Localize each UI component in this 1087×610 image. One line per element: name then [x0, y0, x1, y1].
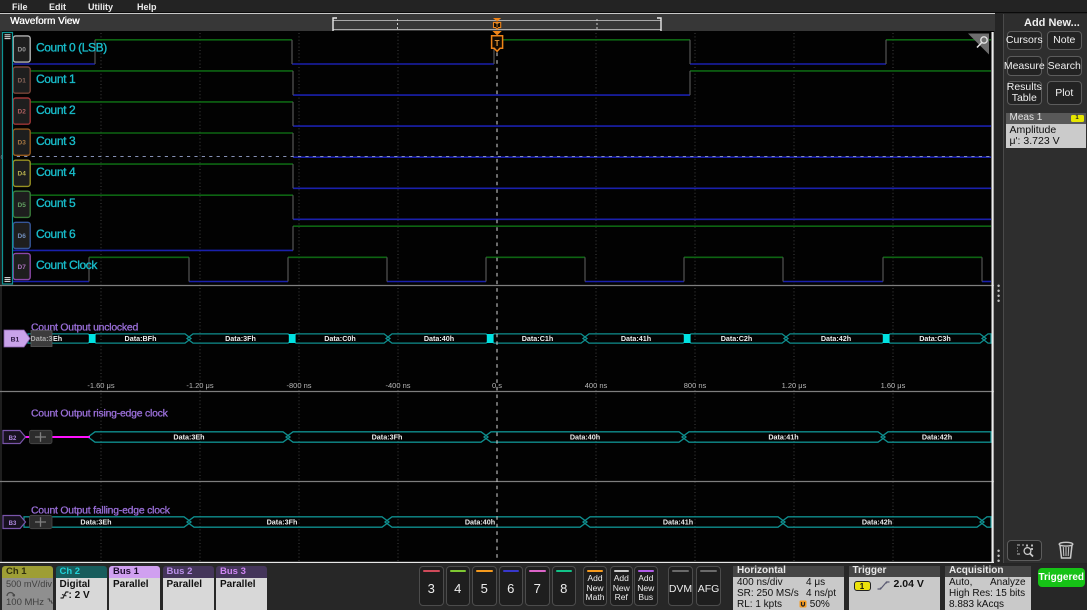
svg-text:Count Output falling-edge cloc: Count Output falling-edge clock	[31, 506, 171, 517]
svg-text:Eh: Eh	[53, 334, 62, 343]
svg-text:Count Output rising-edge clock: Count Output rising-edge clock	[31, 409, 169, 420]
svg-text:400 ns: 400 ns	[585, 381, 608, 390]
svg-text:B1: B1	[11, 337, 20, 344]
svg-text:1.20 μs: 1.20 μs	[782, 381, 807, 390]
svg-text:Data:40h: Data:40h	[465, 518, 495, 527]
svg-text:Data:C3h: Data:C3h	[919, 334, 951, 343]
svg-text:Data:41h: Data:41h	[663, 518, 693, 527]
svg-text:Data:42h: Data:42h	[821, 334, 851, 343]
svg-text:-800 ns: -800 ns	[286, 381, 311, 390]
svg-text:Data:BFh: Data:BFh	[125, 334, 157, 343]
svg-text:Data:3Fh: Data:3Fh	[372, 433, 403, 442]
svg-text:Count 6: Count 6	[36, 227, 76, 241]
svg-text:D0: D0	[18, 46, 27, 53]
svg-text:Count 5: Count 5	[36, 196, 76, 210]
svg-text:Data:3Eh: Data:3Eh	[173, 433, 204, 442]
svg-text:Count 0 (LSB): Count 0 (LSB)	[36, 41, 107, 55]
svg-text:T: T	[495, 39, 500, 48]
svg-text:1.60 μs: 1.60 μs	[881, 381, 906, 390]
svg-text:Data:C2h: Data:C2h	[721, 334, 753, 343]
svg-text:Data:3Fh: Data:3Fh	[267, 518, 298, 527]
svg-text:Data:41h: Data:41h	[621, 334, 651, 343]
svg-text:B2: B2	[9, 436, 17, 442]
svg-text:Data:C1h: Data:C1h	[522, 334, 554, 343]
svg-text:B3: B3	[9, 521, 17, 527]
svg-text:Data:40h: Data:40h	[570, 433, 600, 442]
svg-text:Data:3Eh: Data:3Eh	[80, 518, 111, 527]
svg-text:Count 1: Count 1	[36, 72, 76, 86]
svg-text:-1.20 μs: -1.20 μs	[186, 381, 213, 390]
svg-text:Data:41h: Data:41h	[768, 433, 798, 442]
svg-text:Count 4: Count 4	[36, 165, 76, 179]
svg-text:D5: D5	[18, 202, 27, 209]
svg-text:D2: D2	[18, 109, 27, 116]
svg-text:D6: D6	[18, 233, 27, 240]
svg-text:D1: D1	[18, 78, 27, 85]
svg-text:Data:3Fh: Data:3Fh	[225, 334, 256, 343]
svg-text:Data:42h: Data:42h	[862, 518, 892, 527]
svg-text:Data:40h: Data:40h	[424, 334, 454, 343]
svg-text:Count 2: Count 2	[36, 103, 76, 117]
svg-text:-400 ns: -400 ns	[385, 381, 410, 390]
svg-text:Count Clock: Count Clock	[36, 258, 98, 272]
svg-text:800 ns: 800 ns	[684, 381, 707, 390]
svg-text:Count 3: Count 3	[36, 134, 76, 148]
svg-text:D4: D4	[18, 171, 27, 178]
svg-text:Data:C0h: Data:C0h	[324, 334, 356, 343]
svg-text:D3: D3	[18, 140, 27, 147]
svg-text:D7: D7	[18, 264, 27, 271]
svg-text:Data:42h: Data:42h	[922, 433, 952, 442]
svg-text:-1.60 μs: -1.60 μs	[87, 381, 114, 390]
svg-text:Data:3: Data:3	[31, 334, 53, 343]
